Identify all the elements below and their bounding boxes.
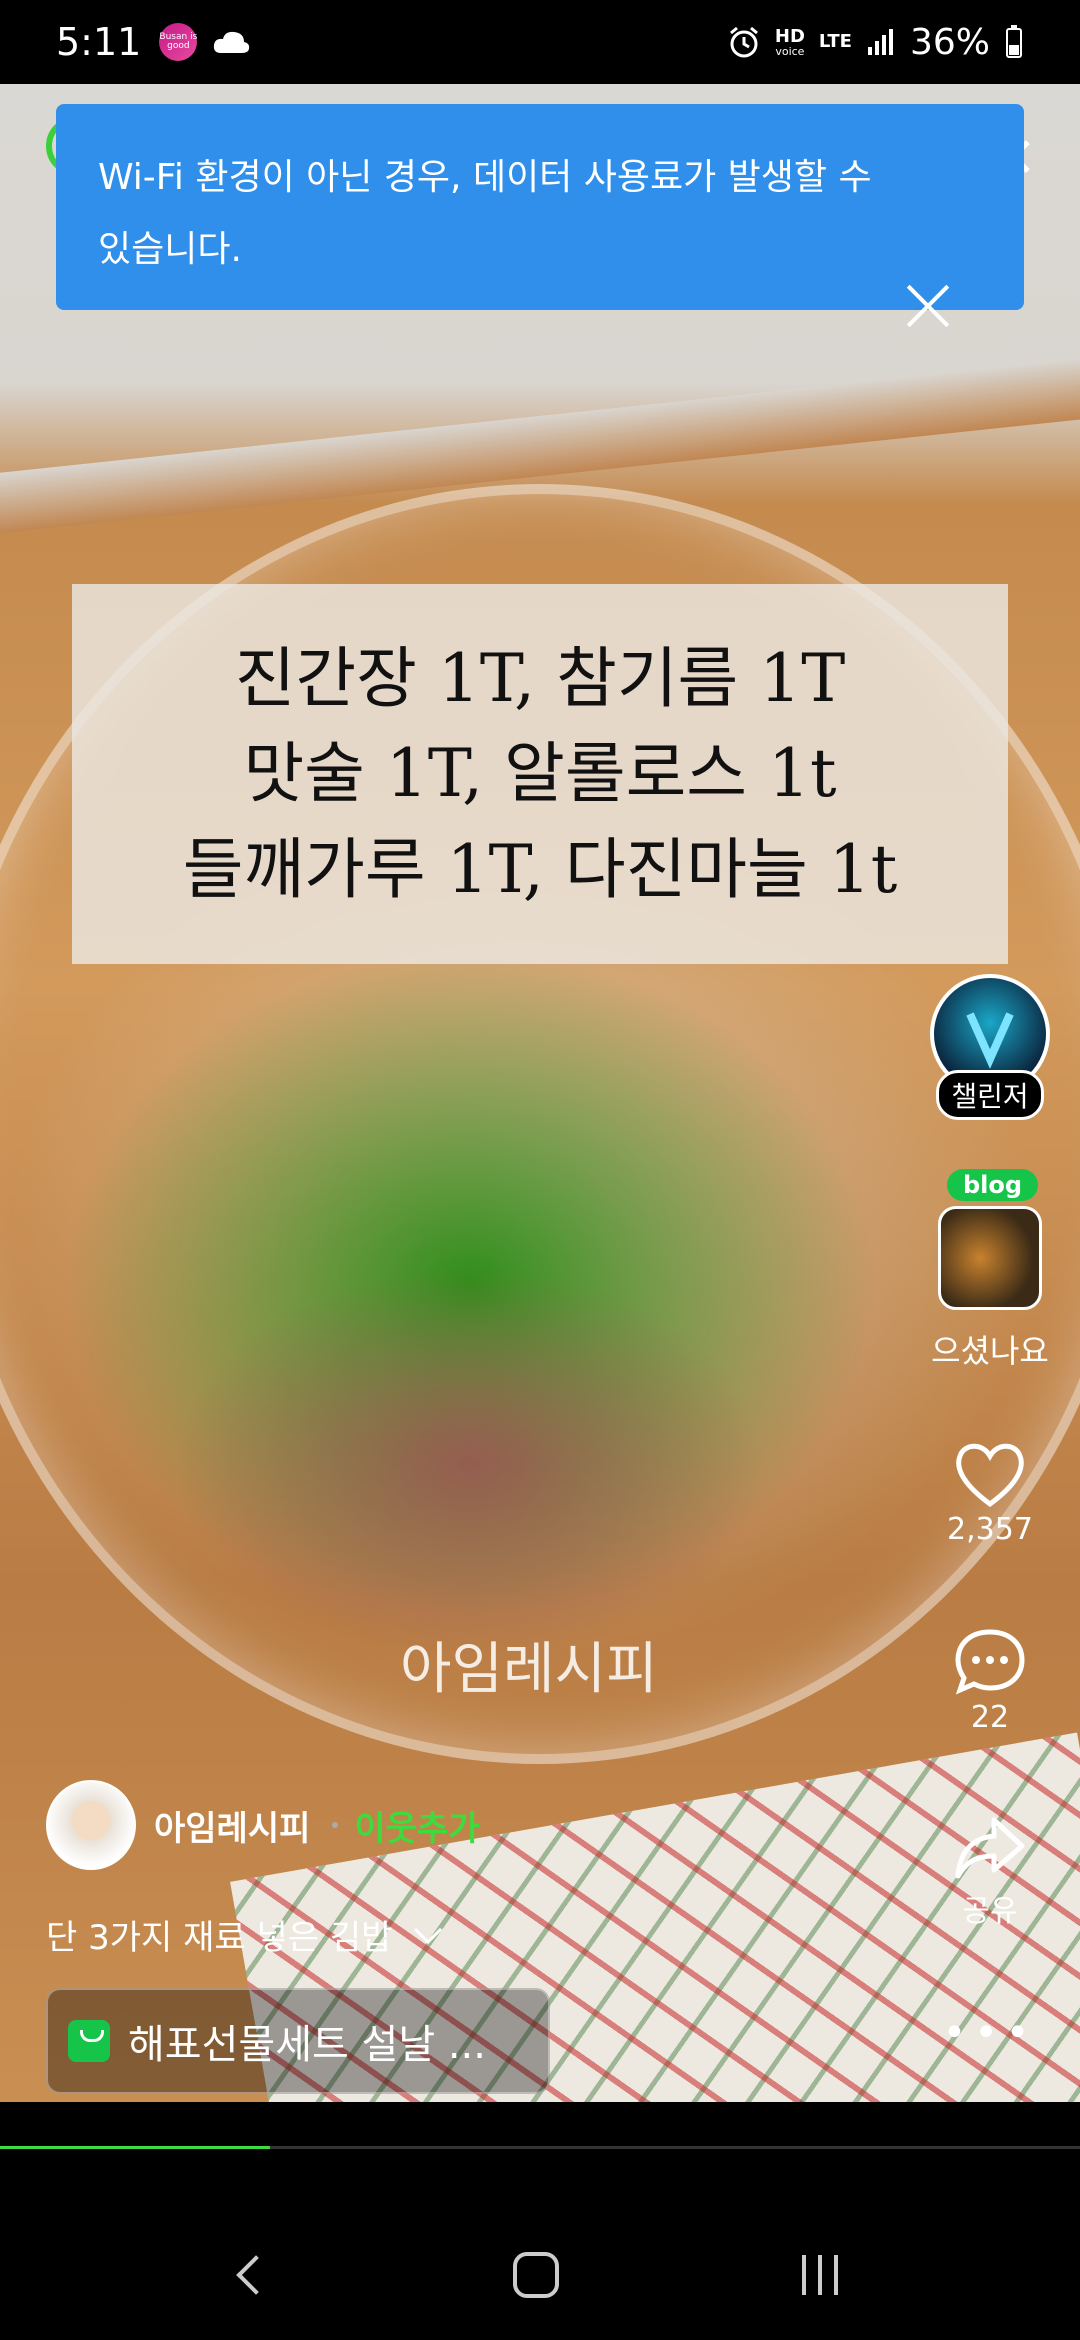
recipe-line: 진간장 1T, 참기름 1T bbox=[234, 640, 846, 718]
like-button[interactable]: 2,357 bbox=[900, 1436, 1080, 1547]
back-icon[interactable] bbox=[235, 2255, 276, 2295]
home-icon[interactable] bbox=[512, 2252, 559, 2298]
more-icon: ••• bbox=[942, 2010, 1038, 2056]
battery-percent: 36% bbox=[909, 21, 990, 63]
cloud-icon bbox=[214, 31, 250, 53]
recent-apps-icon[interactable] bbox=[802, 2255, 839, 2295]
data-usage-toast: Wi-Fi 환경이 아닌 경우, 데이터 사용료가 발생할 수 있습니다. bbox=[56, 104, 1024, 310]
system-nav-bar bbox=[0, 2210, 1080, 2340]
author-avatar[interactable] bbox=[46, 1780, 136, 1870]
blog-caption: 으셨나요 bbox=[931, 1332, 1049, 1370]
alarm-icon bbox=[729, 26, 758, 58]
comment-icon bbox=[955, 1629, 1025, 1695]
blog-link[interactable]: blog 으셨나요 bbox=[900, 1169, 1080, 1372]
recipe-caption: 진간장 1T, 참기름 1T 맛술 1T, 알롤로스 1t 들깨가루 1T, 다… bbox=[72, 584, 1008, 964]
toast-message: Wi-Fi 환경이 아닌 경우, 데이터 사용료가 발생할 수 있습니다. bbox=[98, 157, 872, 270]
author-row: 아임레시피 이웃추가 bbox=[46, 1780, 480, 1870]
busan-badge-icon: Busan is good bbox=[159, 23, 198, 61]
recipe-line: 들깨가루 1T, 다진마늘 1t bbox=[182, 830, 898, 908]
share-icon bbox=[955, 1817, 1025, 1879]
blog-tag: blog bbox=[947, 1169, 1039, 1201]
challenger-label: 챌린저 bbox=[936, 1070, 1044, 1120]
hd-voice-indicator: HD voice bbox=[774, 25, 805, 58]
battery-icon bbox=[1006, 25, 1022, 58]
recipe-line: 맛술 1T, 알롤로스 1t bbox=[243, 735, 837, 813]
signal-icon bbox=[867, 29, 893, 55]
comment-count: 22 bbox=[970, 1700, 1010, 1735]
product-label: 해표선물세트 설날 ... bbox=[128, 2022, 486, 2068]
status-bar: 5:11 Busan is good HD voice LTE 36% bbox=[0, 0, 1080, 84]
author-name[interactable]: 아임레시피 bbox=[154, 1801, 310, 1850]
more-options-button[interactable]: ••• bbox=[900, 2010, 1080, 2056]
chevron-down-icon bbox=[414, 1915, 443, 1944]
share-label: 공유 bbox=[962, 1894, 1018, 1929]
shopping-bag-icon bbox=[68, 2020, 110, 2062]
challenger-button[interactable]: 챌린저 bbox=[900, 974, 1080, 1120]
share-button[interactable]: 공유 bbox=[900, 1810, 1080, 1930]
product-link[interactable]: 해표선물세트 설날 ... bbox=[46, 1988, 550, 2094]
lte-indicator: LTE bbox=[818, 31, 852, 52]
description-text: 단 3가지 재료 넣은 김밥 bbox=[46, 1918, 393, 1958]
separator-dot bbox=[332, 1822, 339, 1828]
video-progress-bar[interactable] bbox=[0, 2146, 1080, 2149]
heart-icon bbox=[956, 1443, 1024, 1508]
follow-button[interactable]: 이웃추가 bbox=[354, 1801, 479, 1850]
busan-badge-label: Busan is good bbox=[159, 32, 198, 51]
video-description[interactable]: 단 3가지 재료 넣은 김밥 bbox=[46, 1910, 443, 1959]
video-watermark: 아임레시피 bbox=[400, 1637, 658, 1702]
status-time: 5:11 bbox=[56, 20, 142, 64]
like-count: 2,357 bbox=[947, 1512, 1033, 1547]
blog-thumbnail: blog bbox=[938, 1169, 1042, 1310]
progress-fill bbox=[0, 2146, 270, 2149]
toast-close-icon[interactable] bbox=[904, 282, 952, 330]
comment-button[interactable]: 22 bbox=[900, 1624, 1080, 1735]
